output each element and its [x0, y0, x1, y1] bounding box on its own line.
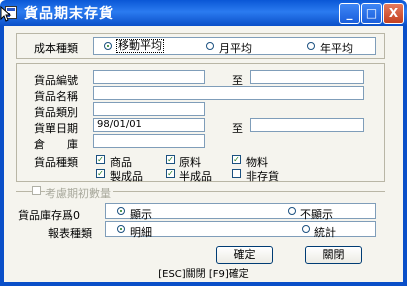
report-type-label: 報表種類: [48, 227, 92, 240]
item-category-input[interactable]: [93, 102, 205, 116]
zero-stock-show-label[interactable]: 顯示: [130, 206, 152, 222]
confirm-button[interactable]: 確定: [216, 246, 273, 264]
doc-date-label: 貨單日期: [34, 122, 78, 135]
item-type-non-inventory-label[interactable]: 非存貨: [246, 168, 279, 184]
item-type-finished-checkbox[interactable]: ✓: [96, 169, 105, 178]
item-name-label: 貨品名稱: [34, 90, 78, 103]
item-type-material-checkbox[interactable]: ✓: [166, 155, 175, 164]
close-button[interactable]: 關閉: [305, 246, 362, 264]
zero-stock-show-radio[interactable]: [117, 207, 125, 215]
cost-type-monthly-avg-label[interactable]: 月平均: [219, 40, 252, 56]
item-no-label: 貨品編號: [34, 74, 78, 87]
cost-type-moving-avg-label[interactable]: 移動平均: [116, 39, 164, 53]
report-type-summary-radio[interactable]: [302, 225, 310, 233]
doc-date-to-label: 至: [232, 122, 243, 135]
report-type-summary-label[interactable]: 統計: [314, 224, 336, 240]
window-frame-bottom: [0, 282, 407, 286]
item-type-label: 貨品種類: [34, 156, 78, 169]
window-frame-right: [403, 26, 407, 286]
item-type-finished-label[interactable]: 製成品: [110, 168, 143, 184]
mouse-cursor-icon: [0, 6, 12, 22]
maximize-button[interactable]: □: [361, 3, 382, 24]
cost-type-yearly-avg-radio[interactable]: [307, 42, 315, 50]
item-type-goods-checkbox[interactable]: ✓: [96, 155, 105, 164]
item-type-semi-finished-label[interactable]: 半成品: [179, 168, 212, 184]
minimize-button[interactable]: _: [339, 3, 360, 24]
warehouse-input[interactable]: [93, 134, 205, 148]
title-bar[interactable]: 貨品期末存貨 _ □ X: [0, 0, 407, 26]
cost-type-monthly-avg-radio[interactable]: [206, 42, 214, 50]
zero-stock-hide-label[interactable]: 不顯示: [300, 206, 333, 222]
close-window-button[interactable]: X: [383, 3, 404, 24]
warehouse-label: 倉 庫: [34, 138, 78, 151]
report-type-detail-label[interactable]: 明細: [130, 224, 152, 240]
zero-stock-label: 貨品庫存爲0: [18, 209, 80, 222]
item-category-label: 貨品類別: [34, 106, 78, 119]
cost-type-moving-avg-radio[interactable]: [104, 42, 112, 50]
cost-type-yearly-avg-label[interactable]: 年平均: [320, 40, 353, 56]
status-bar-hint: [ESC]關閉 [F9]確定: [158, 269, 249, 280]
doc-date-to-input[interactable]: [250, 118, 364, 132]
item-no-from-input[interactable]: [93, 70, 205, 84]
initial-qty-label: 考慮期初數量: [45, 185, 113, 201]
cost-type-label: 成本種類: [34, 42, 78, 55]
zero-stock-hide-radio[interactable]: [288, 207, 296, 215]
item-name-input[interactable]: [93, 86, 364, 100]
item-type-semi-finished-checkbox[interactable]: ✓: [166, 169, 175, 178]
report-type-detail-radio[interactable]: [117, 225, 125, 233]
window-title: 貨品期末存貨: [24, 6, 114, 22]
initial-qty-checkbox[interactable]: [32, 186, 41, 195]
item-no-to-input[interactable]: [250, 70, 364, 84]
item-type-non-inventory-checkbox[interactable]: [232, 169, 241, 178]
doc-date-from-input[interactable]: 98/01/01: [93, 118, 205, 132]
item-type-supplies-checkbox[interactable]: ✓: [232, 155, 241, 164]
